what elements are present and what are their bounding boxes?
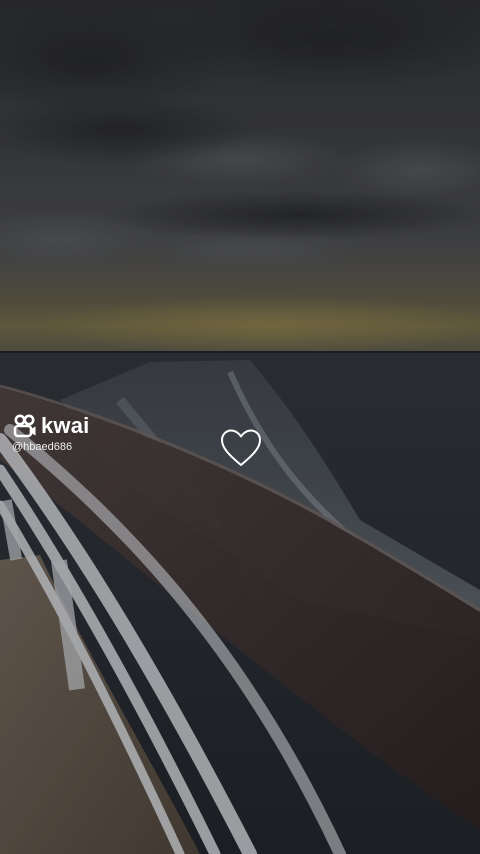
heart-outline-icon[interactable] <box>219 426 263 470</box>
brand-name: kwai <box>41 413 90 438</box>
kwai-watermark: kwai @hbaed686 <box>12 412 90 453</box>
creator-handle: @hbaed686 <box>12 441 73 453</box>
video-frame[interactable]: kwai @hbaed686 <box>0 0 480 854</box>
brand-row: kwai <box>12 412 90 440</box>
kwai-logo-icon <box>12 413 38 439</box>
